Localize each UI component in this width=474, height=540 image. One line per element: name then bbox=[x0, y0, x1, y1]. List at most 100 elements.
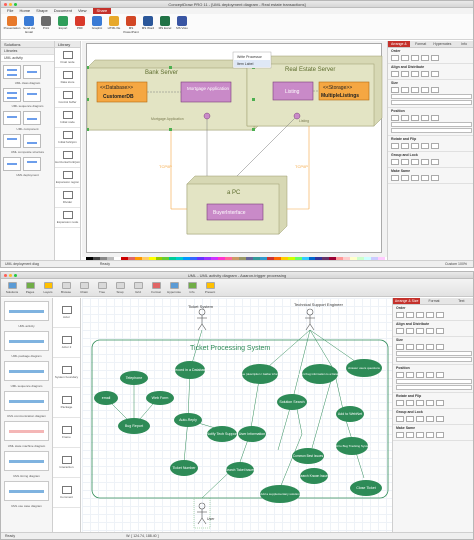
arrange-button[interactable] bbox=[411, 143, 419, 149]
width-field[interactable] bbox=[396, 379, 472, 384]
arrange-button[interactable] bbox=[431, 115, 439, 121]
arrange-button[interactable] bbox=[411, 115, 419, 121]
arrange-button[interactable] bbox=[426, 432, 434, 438]
arrange-button[interactable] bbox=[436, 416, 444, 422]
arrange-button[interactable] bbox=[426, 344, 434, 350]
arrange-button[interactable] bbox=[406, 400, 414, 406]
section-header[interactable]: Order bbox=[391, 49, 472, 54]
panel-tab[interactable]: Info bbox=[453, 41, 473, 47]
library-item[interactable]: UML activity bbox=[1, 55, 54, 62]
library-shape[interactable]: Package bbox=[53, 388, 80, 418]
ribbon-button[interactable]: Graphic bbox=[90, 16, 104, 37]
section-header[interactable]: Make Same bbox=[396, 426, 472, 431]
section-header[interactable]: Rotate and Flip bbox=[391, 137, 472, 142]
arrange-button[interactable] bbox=[416, 400, 424, 406]
minimize-window-icon[interactable] bbox=[9, 3, 12, 6]
arrange-button[interactable] bbox=[421, 55, 429, 61]
library-shape[interactable]: Actor 2 bbox=[53, 328, 80, 358]
library-shape[interactable]: Initial fork/join bbox=[55, 128, 80, 148]
arrange-button[interactable] bbox=[426, 328, 434, 334]
arrange-button[interactable] bbox=[416, 328, 424, 334]
ribbon-button[interactable]: HTML file bbox=[107, 16, 121, 37]
toolbar-button[interactable]: Snap bbox=[113, 281, 127, 294]
arrange-button[interactable] bbox=[411, 71, 419, 77]
library-thumbnail[interactable] bbox=[3, 111, 21, 125]
arrange-button[interactable] bbox=[431, 159, 439, 165]
context-menu-item[interactable]: Item Label bbox=[237, 62, 254, 66]
arrange-button[interactable] bbox=[416, 312, 424, 318]
width-field[interactable] bbox=[391, 122, 472, 127]
solutions-tab[interactable]: Solutions bbox=[1, 41, 54, 48]
library-thumbnail[interactable] bbox=[4, 331, 49, 351]
height-field[interactable] bbox=[391, 128, 472, 133]
library-thumbnail[interactable] bbox=[3, 65, 21, 79]
arrange-button[interactable] bbox=[396, 328, 404, 334]
arrange-button[interactable] bbox=[421, 87, 429, 93]
ribbon-button[interactable]: PDF bbox=[73, 16, 87, 37]
section-header[interactable]: Group and Lock bbox=[396, 410, 472, 415]
arrange-button[interactable] bbox=[401, 55, 409, 61]
arrange-button[interactable] bbox=[411, 175, 419, 181]
arrange-button[interactable] bbox=[406, 312, 414, 318]
section-header[interactable]: Align and Distribute bbox=[396, 322, 472, 327]
toolbar-button[interactable]: Tree bbox=[95, 281, 109, 294]
arrange-button[interactable] bbox=[431, 143, 439, 149]
arrange-button[interactable] bbox=[426, 312, 434, 318]
close-window-icon[interactable] bbox=[4, 274, 7, 277]
arrange-button[interactable] bbox=[416, 416, 424, 422]
toolbar-button[interactable]: Info bbox=[185, 281, 199, 294]
zoom-window-icon[interactable] bbox=[14, 3, 17, 6]
arrange-button[interactable] bbox=[391, 71, 399, 77]
minimize-window-icon[interactable] bbox=[9, 274, 12, 277]
ribbon-tab[interactable]: Share bbox=[92, 8, 112, 14]
arrange-button[interactable] bbox=[391, 87, 399, 93]
library-thumbnail[interactable] bbox=[4, 451, 49, 471]
panel-tab[interactable]: Arrange & Size bbox=[388, 41, 410, 53]
library-thumbnail[interactable] bbox=[23, 88, 41, 102]
library-shape[interactable]: Initial node bbox=[55, 108, 80, 128]
ribbon-tab[interactable]: Document bbox=[54, 8, 72, 14]
arrange-button[interactable] bbox=[406, 432, 414, 438]
library-shape[interactable]: Expansion node bbox=[55, 208, 80, 228]
arrange-button[interactable] bbox=[406, 372, 414, 378]
arrange-button[interactable] bbox=[421, 175, 429, 181]
drawing-canvas[interactable]: Ticket System Technical Support Engineer… bbox=[82, 298, 392, 534]
toolbar-button[interactable]: Format bbox=[149, 281, 163, 294]
toolbar-button[interactable]: Layers bbox=[41, 281, 55, 294]
arrange-button[interactable] bbox=[416, 372, 424, 378]
ribbon-tab[interactable]: Home bbox=[19, 8, 30, 14]
status-page[interactable]: UML deployment diag bbox=[5, 262, 39, 266]
arrange-button[interactable] bbox=[396, 432, 404, 438]
toolbar-button[interactable]: Hypernote bbox=[167, 281, 181, 294]
library-tab[interactable]: Library bbox=[55, 41, 80, 48]
arrange-button[interactable] bbox=[416, 344, 424, 350]
library-shape[interactable]: Frame bbox=[53, 418, 80, 448]
panel-tab[interactable]: Format bbox=[420, 298, 447, 304]
library-thumbnail[interactable] bbox=[23, 157, 41, 171]
arrange-button[interactable] bbox=[401, 159, 409, 165]
context-menu-item[interactable]: Write Processor bbox=[237, 55, 263, 59]
arrange-button[interactable] bbox=[436, 400, 444, 406]
arrange-button[interactable] bbox=[431, 87, 439, 93]
library-thumbnail[interactable] bbox=[23, 134, 41, 148]
section-header[interactable]: Make Same bbox=[391, 169, 472, 174]
ribbon-button[interactable]: MS Visio bbox=[175, 16, 189, 37]
arrange-button[interactable] bbox=[406, 328, 414, 334]
toolbar-button[interactable]: Chain bbox=[77, 281, 91, 294]
ribbon-tab[interactable]: View bbox=[78, 8, 87, 14]
arrange-button[interactable] bbox=[426, 400, 434, 406]
arrange-button[interactable] bbox=[411, 55, 419, 61]
panel-tab[interactable]: Arrange & Size bbox=[393, 298, 421, 304]
ribbon-button[interactable]: Export bbox=[56, 16, 70, 37]
arrange-button[interactable] bbox=[436, 432, 444, 438]
arrange-button[interactable] bbox=[436, 312, 444, 318]
ribbon-button[interactable]: MS PowerPoint bbox=[123, 16, 139, 37]
height-field[interactable] bbox=[396, 385, 472, 390]
ribbon-tab[interactable]: Shape bbox=[36, 8, 48, 14]
library-shape[interactable]: Comment bbox=[53, 478, 80, 508]
arrange-button[interactable] bbox=[421, 159, 429, 165]
arrange-button[interactable] bbox=[436, 344, 444, 350]
ribbon-button[interactable]: MS Word bbox=[141, 16, 155, 37]
section-header[interactable]: Size bbox=[396, 338, 472, 343]
library-thumbnail[interactable] bbox=[4, 481, 49, 501]
